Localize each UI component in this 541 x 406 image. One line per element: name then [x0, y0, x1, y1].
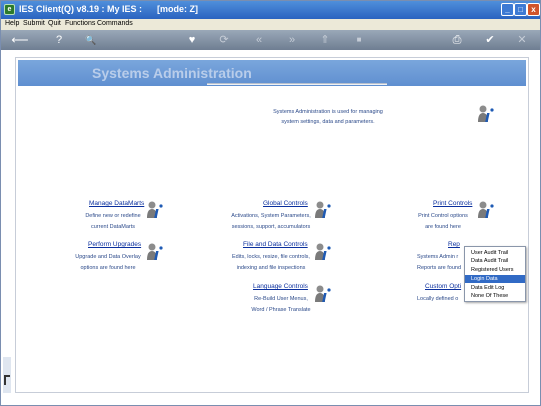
minimize-button[interactable]: _	[501, 3, 514, 16]
manage-datamarts-desc-2: current DataMarts	[90, 224, 135, 230]
popup-item-login-data[interactable]: Login Data	[465, 275, 525, 283]
divider	[207, 83, 387, 85]
print-icon[interactable]: ⎙	[449, 32, 465, 48]
print-controls-desc-2: are found here	[425, 224, 461, 230]
ies-logo-icon: e	[4, 4, 15, 15]
reports-desc-1: Systems Admin r	[417, 254, 459, 260]
menu-submit[interactable]: Submit	[23, 20, 45, 27]
fast-forward-icon[interactable]: »	[284, 32, 300, 48]
global-controls-desc-1: Activations, System Parameters,	[231, 213, 311, 219]
file-data-controls-desc-1: Edits, locks, resize, file controls,	[232, 254, 310, 260]
reports-desc-2: Reports are found	[417, 265, 462, 271]
perform-upgrades-desc-2: options are found here	[80, 265, 136, 271]
rewind-icon[interactable]: «	[251, 32, 267, 48]
menu-help[interactable]: Help	[5, 20, 19, 27]
refresh-icon[interactable]: ⟳	[216, 32, 232, 48]
reports-popup-menu: User Audit Trail Data Audit Trail Regist…	[464, 246, 526, 302]
file-data-controls-icon[interactable]	[314, 242, 334, 262]
file-data-controls-desc-2: indexing and file inspections	[236, 265, 306, 271]
perform-upgrades-icon[interactable]	[146, 242, 166, 262]
search-icon[interactable]: 🔍	[83, 32, 99, 48]
stop-icon[interactable]: ■	[351, 32, 367, 48]
language-controls-desc-1: Re-Build User Menus,	[254, 296, 308, 302]
manage-datamarts-link[interactable]: Manage DataMarts	[89, 200, 144, 207]
intro-line-1: Systems Administration is used for manag…	[273, 109, 383, 115]
global-controls-link[interactable]: Global Controls	[263, 200, 308, 207]
language-controls-desc-2: Word / Phrase Translate	[251, 307, 311, 313]
page-title: Systems Administration	[92, 65, 252, 81]
perform-upgrades-desc-1: Upgrade and Data Overlay	[75, 254, 141, 260]
popup-item-none-of-these[interactable]: None Of These	[465, 292, 525, 300]
language-controls-icon[interactable]	[314, 284, 334, 304]
title-bar[interactable]: e IES Client(Q) v8.19 : My IES : [mode: …	[1, 1, 540, 19]
cancel-icon[interactable]: ✕	[514, 32, 530, 48]
custom-options-desc-1: Locally defined o	[417, 296, 459, 302]
language-controls-link[interactable]: Language Controls	[253, 283, 308, 290]
file-data-controls-link[interactable]: File and Data Controls	[243, 241, 308, 248]
help-icon[interactable]: ?	[51, 32, 67, 48]
print-controls-icon[interactable]	[477, 200, 497, 220]
global-controls-icon[interactable]	[314, 200, 334, 220]
custom-options-link[interactable]: Custom Opti	[425, 283, 461, 290]
up-icon[interactable]: ⇑	[317, 32, 333, 48]
menu-bar: Help Submit Quit Functions Commands	[1, 19, 540, 30]
popup-item-user-audit-trail[interactable]: User Audit Trail	[465, 249, 525, 257]
intro-line-2: system settings, data and parameters.	[281, 119, 375, 125]
user-info-icon	[477, 104, 497, 124]
menu-commands[interactable]: Commands	[97, 20, 133, 27]
back-arrow-icon[interactable]: ⟵	[6, 32, 34, 48]
print-controls-link[interactable]: Print Controls	[433, 200, 472, 207]
close-button[interactable]: x	[527, 3, 540, 16]
menu-quit[interactable]: Quit	[48, 20, 61, 27]
maximize-button[interactable]: □	[514, 3, 527, 16]
toolbar: ⟵ ? 🔍 ♥ ⟳ « » ⇑ ■ ⎙ ✔ ✕	[1, 30, 540, 50]
manage-datamarts-icon[interactable]	[146, 200, 166, 220]
heart-icon[interactable]: ♥	[184, 32, 200, 48]
side-strip	[3, 357, 11, 393]
window-title: IES Client(Q) v8.19 : My IES : [mode: Z]	[19, 4, 199, 14]
global-controls-desc-2: sessions, support, accumulators	[231, 224, 311, 230]
print-controls-desc-1: Print Control options	[418, 213, 468, 219]
ok-icon[interactable]: ✔	[482, 32, 498, 48]
popup-item-data-edit-log[interactable]: Data Edit Log	[465, 284, 525, 292]
reports-link[interactable]: Rep	[448, 241, 460, 248]
perform-upgrades-link[interactable]: Perform Upgrades	[88, 241, 141, 248]
application-window: e IES Client(Q) v8.19 : My IES : [mode: …	[0, 0, 541, 406]
menu-functions[interactable]: Functions	[65, 20, 95, 27]
popup-item-data-audit-trail[interactable]: Data Audit Trail	[465, 257, 525, 265]
manage-datamarts-desc-1: Define new or redefine	[85, 213, 141, 219]
side-strip-icon[interactable]	[4, 375, 10, 385]
popup-item-registered-users[interactable]: Registered Users	[465, 266, 525, 274]
